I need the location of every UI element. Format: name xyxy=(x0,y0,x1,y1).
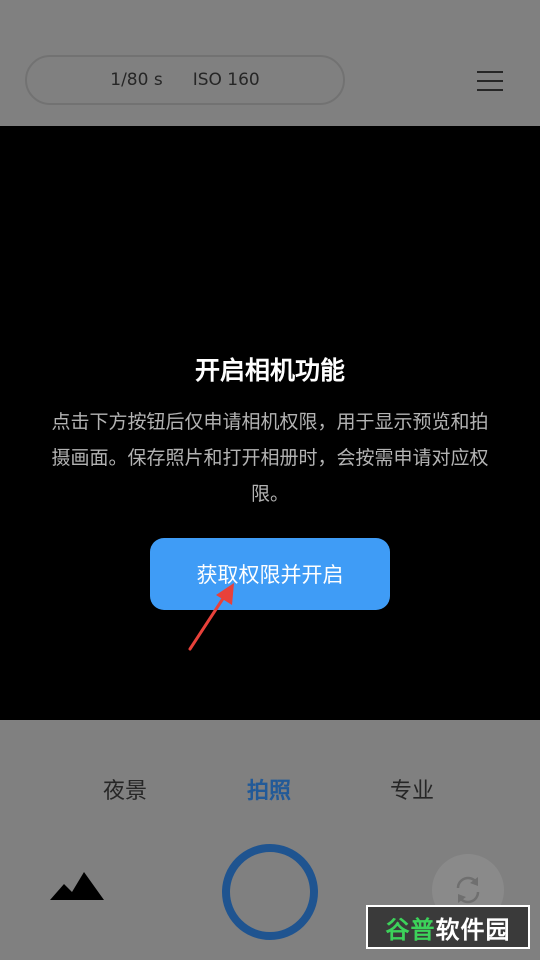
menu-icon[interactable] xyxy=(475,68,505,94)
permission-description: 点击下方按钮后仅申请相机权限，用于显示预览和拍摄画面。保存照片和打开相册时，会按… xyxy=(51,411,489,505)
watermark-part2: 软件园 xyxy=(435,915,511,944)
shutter-button[interactable] xyxy=(222,844,318,940)
top-bar: 1/80 s ISO 160 xyxy=(0,0,540,126)
permission-title: 开启相机功能 xyxy=(194,356,345,385)
camera-preview: 开启相机功能 点击下方按钮后仅申请相机权限，用于显示预览和拍摄画面。保存照片和打… xyxy=(0,126,540,720)
iso-value: ISO 160 xyxy=(192,70,260,90)
camera-switch-icon xyxy=(456,876,480,904)
annotation-arrow xyxy=(188,583,234,651)
site-watermark-logo: 谷普 软件园 xyxy=(366,905,530,949)
watermark-part1: 谷普 xyxy=(385,915,436,944)
camera-screen: 1/80 s ISO 160 开启相机功能 点击下方按钮后仅申请相机权限，用于显… xyxy=(0,0,540,960)
gallery-mountains-icon[interactable] xyxy=(50,870,104,902)
mode-night[interactable]: 夜景 xyxy=(103,773,147,805)
shutter-speed: 1/80 s xyxy=(110,70,163,90)
mode-pro[interactable]: 专业 xyxy=(390,773,434,805)
exposure-info-pill[interactable]: 1/80 s ISO 160 xyxy=(25,55,345,105)
mode-photo[interactable]: 拍照 xyxy=(247,773,291,805)
